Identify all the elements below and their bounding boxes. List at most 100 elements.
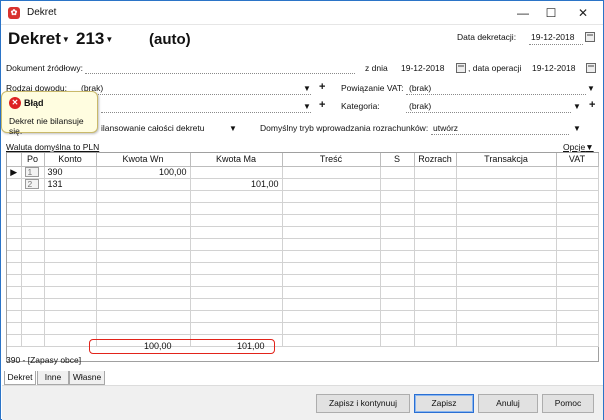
empty-cell[interactable]: [556, 322, 599, 335]
empty-cell[interactable]: [44, 250, 97, 263]
tresc-cell[interactable]: [282, 178, 381, 191]
chevron-down-icon[interactable]: ▼: [587, 84, 595, 93]
empty-cell[interactable]: [456, 322, 557, 335]
empty-cell[interactable]: [96, 262, 191, 275]
empty-cell[interactable]: [21, 286, 45, 299]
empty-cell[interactable]: [190, 298, 283, 311]
empty-cell[interactable]: [96, 322, 191, 335]
empty-cell[interactable]: [414, 310, 457, 323]
empty-cell[interactable]: [282, 238, 381, 251]
empty-cell[interactable]: [414, 226, 457, 239]
empty-cell[interactable]: [380, 250, 415, 263]
vat-cell[interactable]: [556, 166, 599, 179]
empty-row[interactable]: [7, 250, 599, 263]
empty-cell[interactable]: [21, 298, 45, 311]
empty-cell[interactable]: [21, 226, 45, 239]
calendar-icon[interactable]: [456, 63, 466, 73]
empty-cell[interactable]: [556, 238, 599, 251]
empty-cell[interactable]: [556, 190, 599, 203]
empty-cell[interactable]: [456, 274, 557, 287]
column-header[interactable]: VAT: [556, 153, 599, 167]
rozrach-cell[interactable]: [414, 166, 457, 179]
tab-wlasne[interactable]: Własne: [69, 371, 105, 385]
empty-cell[interactable]: [380, 190, 415, 203]
empty-cell[interactable]: [96, 310, 191, 323]
empty-cell[interactable]: [456, 190, 557, 203]
empty-cell[interactable]: [414, 334, 457, 347]
add-icon[interactable]: +: [589, 99, 595, 111]
empty-cell[interactable]: [190, 250, 283, 263]
empty-cell[interactable]: [456, 202, 557, 215]
empty-cell[interactable]: [456, 262, 557, 275]
empty-cell[interactable]: [414, 190, 457, 203]
empty-cell[interactable]: [282, 226, 381, 239]
powiazanie-vat-select[interactable]: (brak): [409, 83, 431, 93]
s-cell[interactable]: [380, 166, 415, 179]
empty-cell[interactable]: [282, 322, 381, 335]
empty-cell[interactable]: [96, 274, 191, 287]
empty-cell[interactable]: [190, 202, 283, 215]
empty-cell[interactable]: [21, 274, 45, 287]
chevron-down-icon[interactable]: ▼: [303, 102, 311, 111]
empty-cell[interactable]: [380, 310, 415, 323]
tab-inne[interactable]: Inne: [37, 371, 69, 385]
empty-cell[interactable]: [380, 274, 415, 287]
column-header[interactable]: Kwota Ma: [190, 153, 283, 167]
tresc-cell[interactable]: [282, 166, 381, 179]
save-continue-button[interactable]: Zapisz i kontynuuj: [316, 394, 410, 413]
column-header[interactable]: Po: [21, 153, 45, 167]
empty-cell[interactable]: [96, 190, 191, 203]
empty-row[interactable]: [7, 286, 599, 299]
empty-cell[interactable]: [96, 214, 191, 227]
empty-cell[interactable]: [282, 334, 381, 347]
empty-cell[interactable]: [556, 286, 599, 299]
empty-cell[interactable]: [190, 226, 283, 239]
empty-row[interactable]: [7, 202, 599, 215]
empty-cell[interactable]: [414, 214, 457, 227]
empty-cell[interactable]: [44, 274, 97, 287]
empty-cell[interactable]: [96, 250, 191, 263]
empty-cell[interactable]: [190, 190, 283, 203]
tab-dekret[interactable]: Dekret: [4, 371, 36, 385]
tryb-rozrachunkow-select[interactable]: utwórz: [433, 123, 458, 133]
empty-cell[interactable]: [21, 322, 45, 335]
empty-cell[interactable]: [44, 322, 97, 335]
empty-cell[interactable]: [21, 214, 45, 227]
empty-cell[interactable]: [44, 286, 97, 299]
empty-cell[interactable]: [96, 298, 191, 311]
empty-cell[interactable]: [21, 190, 45, 203]
empty-cell[interactable]: [556, 262, 599, 275]
table-row[interactable]: ▶ 1 390 100,00: [7, 166, 599, 179]
empty-row[interactable]: [7, 310, 599, 323]
calendar-icon[interactable]: [586, 63, 596, 73]
empty-cell[interactable]: [556, 214, 599, 227]
chevron-down-icon[interactable]: ▼: [573, 124, 581, 133]
empty-cell[interactable]: [456, 310, 557, 323]
empty-row[interactable]: [7, 238, 599, 251]
empty-cell[interactable]: [190, 214, 283, 227]
entries-grid[interactable]: Po Konto Kwota Wn Kwota Ma Treść S Rozra…: [6, 152, 599, 362]
bilansowanie-select[interactable]: ilansowanie całości dekretu: [101, 123, 204, 133]
empty-cell[interactable]: [44, 214, 97, 227]
empty-row[interactable]: [7, 322, 599, 335]
waluta-link[interactable]: Waluta domyślna to PLN: [6, 142, 99, 152]
empty-row[interactable]: [7, 262, 599, 275]
empty-cell[interactable]: [96, 286, 191, 299]
kwota-ma-cell[interactable]: [190, 166, 283, 179]
empty-cell[interactable]: [414, 298, 457, 311]
empty-cell[interactable]: [282, 202, 381, 215]
empty-cell[interactable]: [456, 214, 557, 227]
empty-cell[interactable]: [190, 238, 283, 251]
empty-cell[interactable]: [96, 238, 191, 251]
empty-cell[interactable]: [556, 310, 599, 323]
empty-cell[interactable]: [21, 202, 45, 215]
empty-cell[interactable]: [414, 262, 457, 275]
empty-cell[interactable]: [21, 238, 45, 251]
empty-cell[interactable]: [282, 250, 381, 263]
maximize-button[interactable]: ☐: [535, 1, 567, 25]
cancel-button[interactable]: Anuluj: [478, 394, 538, 413]
data-operacji-field[interactable]: 19-12-2018: [532, 63, 575, 73]
empty-cell[interactable]: [96, 202, 191, 215]
empty-cell[interactable]: [282, 262, 381, 275]
chevron-down-icon[interactable]: ▼: [303, 84, 311, 93]
